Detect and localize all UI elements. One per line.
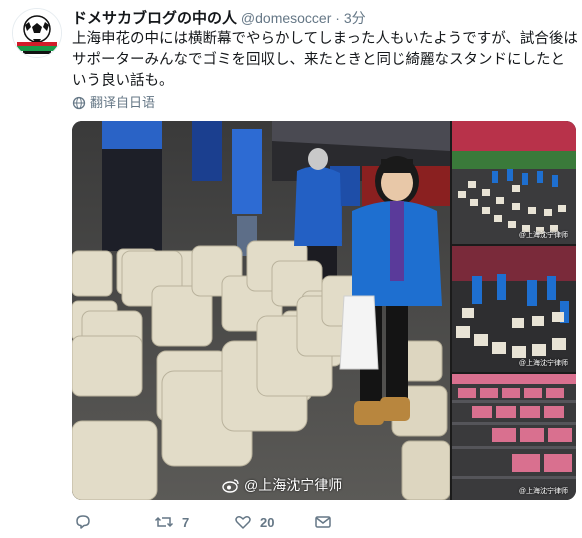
retweet-button[interactable]: 7 bbox=[154, 512, 189, 532]
weibo-icon bbox=[222, 478, 239, 493]
globe-icon bbox=[72, 96, 86, 110]
header-separator: · bbox=[335, 10, 340, 26]
stadium-seats-photo bbox=[72, 121, 450, 500]
tweet-header: ドメサカブログの中の人 @domesoccer · 3分 bbox=[72, 8, 572, 28]
reply-button[interactable] bbox=[74, 512, 92, 532]
retweet-count: 7 bbox=[182, 514, 190, 530]
tweet-text: 上海申花の中には横断幕でやらかしてしまった人もいたようですが、試合後はサポーター… bbox=[72, 31, 578, 89]
photo-thumb-3[interactable]: @上海沈宁律师 bbox=[452, 374, 576, 500]
tweet: ドメサカブログの中の人 @domesoccer · 3分 上海申花の中には横断幕… bbox=[0, 0, 582, 538]
media-grid: @上海沈宁律师 @上海沈宁律师 @上海沈宁律师 @上海沈宁律师 bbox=[72, 121, 576, 500]
user-handle[interactable]: @domesoccer bbox=[241, 10, 331, 26]
photo-thumb-1[interactable]: @上海沈宁律师 bbox=[452, 121, 576, 244]
reply-icon bbox=[76, 515, 90, 529]
heart-icon bbox=[235, 516, 251, 529]
like-count: 20 bbox=[260, 514, 275, 530]
translate-link[interactable]: 翻译自日语 bbox=[72, 94, 155, 112]
supporters-cleaning-photo bbox=[452, 246, 576, 372]
like-button[interactable]: 20 bbox=[234, 512, 274, 532]
timestamp[interactable]: 3分 bbox=[344, 10, 366, 26]
thumb-1-watermark: @上海沈宁律师 bbox=[518, 232, 568, 239]
translate-label: 翻译自日语 bbox=[90, 95, 156, 110]
thumb-2-watermark: @上海沈宁律师 bbox=[518, 360, 568, 367]
envelope-icon bbox=[315, 516, 331, 528]
direct-message-button[interactable] bbox=[314, 512, 332, 532]
tweet-actions: 7 20 bbox=[72, 512, 412, 532]
display-name[interactable]: ドメサカブログの中の人 bbox=[72, 10, 237, 27]
photo-watermark: @上海沈宁律师 bbox=[222, 475, 342, 495]
photo-thumb-2[interactable]: @上海沈宁律师 bbox=[452, 246, 576, 372]
thumb-3-watermark: @上海沈宁律师 bbox=[518, 488, 568, 495]
stadium-overview-photo bbox=[452, 121, 576, 244]
pink-seats-photo bbox=[452, 374, 576, 500]
avatar[interactable] bbox=[12, 8, 62, 58]
soccer-ball-avatar-icon bbox=[13, 9, 61, 57]
main-watermark-text: @上海沈宁律师 bbox=[244, 477, 343, 493]
retweet-icon bbox=[154, 516, 174, 528]
photo-main[interactable]: @上海沈宁律师 bbox=[72, 121, 450, 500]
